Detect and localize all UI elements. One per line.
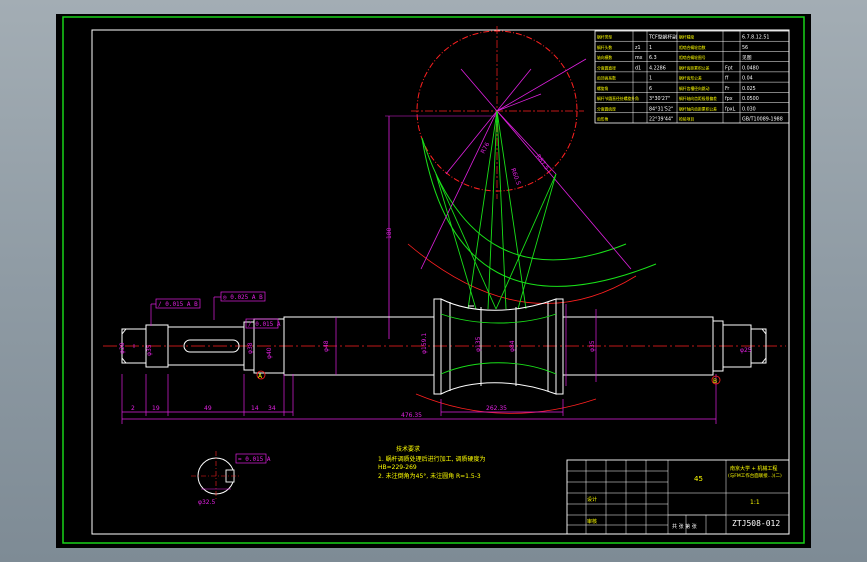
param-cell-8-3: 检验项目	[679, 117, 694, 122]
param-cell-4-5: 0.04	[742, 76, 753, 82]
param-cell-7-2: 84°31'52"	[649, 106, 673, 112]
param-cell-2-3: 相啮合蜗轮图号	[679, 55, 706, 60]
dim-pitch-radius: R60.5	[509, 167, 522, 186]
param-cell-8-0: 齿形角	[597, 117, 609, 122]
svg-text:= 0.015 A: = 0.015 A	[238, 456, 271, 463]
svg-text:φ35: φ35	[589, 340, 596, 352]
svg-text:φ135: φ135	[475, 336, 482, 352]
svg-text:2: 2	[131, 405, 135, 412]
param-cell-5-5: 0.025	[742, 86, 756, 92]
param-cell-2-2: 6.3	[649, 55, 657, 61]
svg-text:2. 未注倒角为45°, 未注圆角 R=1.5-3: 2. 未注倒角为45°, 未注圆角 R=1.5-3	[378, 472, 481, 480]
title-sheet: 共 张 第 张	[672, 523, 697, 530]
param-cell-5-2: 6	[649, 86, 652, 92]
dim-throat-radius: R87.5	[534, 153, 550, 172]
param-cell-2-5: 见图	[742, 55, 752, 61]
svg-text:1. 蜗杆调质处理后进行加工, 调质硬度为: 1. 蜗杆调质处理后进行加工, 调质硬度为	[378, 455, 485, 463]
technical-notes: 技术要求 1. 蜗杆调质处理后进行加工, 调质硬度为 HB=229-269 2.…	[378, 445, 485, 480]
svg-text:19: 19	[152, 405, 160, 412]
param-cell-5-0: 螺旋角	[597, 86, 609, 91]
param-cell-5-3: 蜗杆齿槽径向跳动	[679, 86, 710, 91]
svg-text:φ84: φ84	[509, 340, 516, 352]
worm-tooth-profile	[415, 313, 597, 414]
wheel-construction: 180 R76 R60.5 R87.5	[385, 26, 657, 339]
shaft-outline	[103, 298, 786, 395]
svg-text:◎ 0.025 A B: ◎ 0.025 A B	[223, 294, 263, 301]
title-drawing-number: ZTJ508-012	[732, 519, 780, 528]
param-cell-3-2: 4.2286	[649, 65, 666, 71]
dim-total-length: 476.35	[401, 412, 422, 419]
param-cell-6-4: fpx	[725, 96, 733, 102]
svg-text:φ35: φ35	[146, 344, 153, 356]
parameter-table: 蜗杆类型 TCF型蜗杆副 蜗杆精度 6.7.8.12.51 蜗杆头数 z1 1 相啮合蜗轮齿数…	[594, 30, 790, 124]
param-cell-3-3: 蜗杆齿距累积公差	[679, 65, 710, 70]
param-cell-1-0: 蜗杆头数	[597, 45, 612, 50]
worm-shaft-drawing: 蜗杆类型 TCF型蜗杆副 蜗杆精度 6.7.8.12.51 蜗杆头数 z1 1 相啮合蜗轮齿数…	[62, 16, 805, 544]
param-cell-4-2: 1	[649, 76, 652, 82]
svg-text:φ28: φ28	[119, 342, 126, 354]
svg-text:φ159.1: φ159.1	[421, 333, 428, 354]
svg-text:34: 34	[268, 405, 276, 412]
datum-b: B	[713, 378, 717, 385]
param-cell-3-5: 0.0480	[742, 65, 759, 71]
param-cell-5-4: Fr	[725, 86, 729, 92]
title-checker: 审核	[587, 518, 597, 525]
svg-text:φ25: φ25	[740, 347, 752, 354]
param-cell-7-5: 0.030	[742, 106, 756, 112]
cad-viewport[interactable]: 蜗杆类型 TCF型蜗杆副 蜗杆精度 6.7.8.12.51 蜗杆头数 z1 1 相啮合蜗轮齿数…	[56, 14, 811, 548]
title-scale: 1:1	[750, 499, 760, 506]
param-cell-1-5: 56	[742, 45, 748, 51]
title-block: 45 南京大学 + 机械工程 (与FM工作台面联接...)(二) 1:1 ZTJ…	[566, 459, 790, 535]
svg-text:/ 0.015 A: / 0.015 A	[248, 321, 281, 328]
title-material: 45	[694, 475, 703, 483]
param-cell-0-3: 蜗杆精度	[679, 35, 694, 40]
section-view: φ32.5	[191, 451, 241, 506]
param-cell-3-4: Fpt	[725, 65, 733, 71]
param-cell-4-3: 蜗杆齿形公差	[679, 76, 702, 81]
notes-title: 技术要求	[396, 445, 420, 453]
svg-text:φ40: φ40	[266, 347, 273, 359]
svg-text:φ38: φ38	[247, 342, 254, 354]
param-cell-1-2: 1	[649, 45, 652, 51]
svg-text:14: 14	[251, 405, 259, 412]
param-cell-4-0: 齿顶高系数	[597, 76, 616, 81]
title-company-2: (与FM工作台面联接...)(二)	[728, 472, 782, 479]
title-company-1: 南京大学 + 机械工程	[730, 465, 777, 472]
param-cell-4-4: ff	[725, 76, 729, 82]
title-designer: 设计	[587, 496, 597, 503]
param-cell-7-3: 蜗杆轴向齿距累积公差	[679, 106, 717, 111]
param-cell-1-3: 相啮合蜗轮齿数	[679, 45, 706, 50]
svg-text:φ48: φ48	[323, 340, 330, 352]
param-cell-0-2: TCF型蜗杆副	[648, 34, 677, 41]
param-cell-1-1: z1	[635, 45, 641, 51]
param-cell-8-5: GB/T10089-1988	[742, 117, 783, 123]
param-cell-7-0: 分度圆齿厚	[597, 106, 616, 111]
param-cell-7-4: fpxL	[725, 106, 736, 112]
outer-green-arc	[421, 137, 627, 261]
dim-center-height: 180	[386, 227, 393, 239]
dim-section-dia: φ32.5	[198, 499, 216, 506]
param-cell-3-0: 分度圆直径	[597, 65, 616, 70]
svg-text:HB=229-269: HB=229-269	[378, 464, 417, 471]
param-cell-8-2: 22°39'44"	[649, 117, 673, 123]
svg-text:/ 0.015 A B: / 0.015 A B	[158, 301, 198, 308]
svg-text:49: 49	[204, 405, 212, 412]
param-cell-2-1: mx	[635, 56, 643, 61]
param-cell-6-3: 蜗杆轴向齿距极限偏差	[679, 96, 717, 101]
dim-worm-length: 262.35	[486, 405, 507, 412]
param-cell-6-5: 0.0500	[742, 96, 759, 102]
param-cell-2-0: 轴向模数	[597, 55, 612, 60]
param-cell-6-0: 蜗杆节圆直径处螺旋升角	[597, 96, 639, 101]
param-cell-0-5: 6.7.8.12.51	[742, 35, 769, 41]
param-cell-6-2: 3°30'27"	[649, 96, 670, 102]
param-cell-0-0: 蜗杆类型	[597, 35, 612, 40]
param-cell-3-1: d1	[635, 65, 641, 71]
